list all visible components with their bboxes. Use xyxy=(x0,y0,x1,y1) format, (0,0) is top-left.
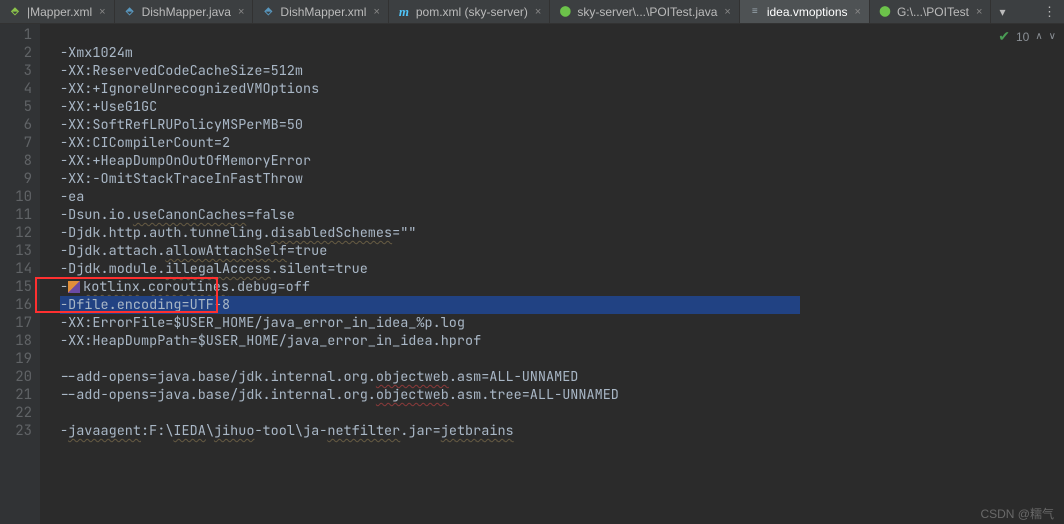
txt-icon: ≡ xyxy=(748,5,762,19)
inspection-status[interactable]: ✔ 10 ∧ ∨ xyxy=(998,28,1056,45)
check-icon: ✔ xyxy=(998,28,1010,45)
code-line: -XX:SoftRefLRUPolicyMSPerMB=50 xyxy=(60,116,1064,134)
tab-3[interactable]: m pom.xml (sky-server) × xyxy=(389,0,550,23)
tab-0[interactable]: ⬘ |Mapper.xml × xyxy=(0,0,115,23)
line-number: 16 xyxy=(0,296,32,314)
tab-label: G:\...\POITest xyxy=(897,5,969,19)
line-number: 23 xyxy=(0,422,32,440)
code-line: -XX:+HeapDumpOnOutOfMemoryError xyxy=(60,152,1064,170)
pom-icon: m xyxy=(397,5,411,19)
line-number: 12 xyxy=(0,224,32,242)
green-icon: ⬤ xyxy=(558,5,572,19)
code-line xyxy=(60,26,1064,44)
code-line: -Djdk.module.illegalAccess.silent=true xyxy=(60,260,1064,278)
tab-1[interactable]: ⬘ DishMapper.java × xyxy=(115,0,254,23)
code-line: -Xmx1024m xyxy=(60,44,1064,62)
code-line: -Djdk.http.auth.tunneling.disabledScheme… xyxy=(60,224,1064,242)
tabs-overflow-chevron[interactable]: ▾ xyxy=(991,0,1013,23)
code-line: -XX:CICompilerCount=2 xyxy=(60,134,1064,152)
more-button[interactable]: ⋮ xyxy=(1035,0,1064,23)
close-icon[interactable]: × xyxy=(99,6,105,18)
tab-label: pom.xml (sky-server) xyxy=(416,5,528,19)
line-number: 14 xyxy=(0,260,32,278)
code-content[interactable]: -Xmx1024m-XX:ReservedCodeCacheSize=512m-… xyxy=(40,24,1064,524)
tab-label: |Mapper.xml xyxy=(27,5,92,19)
editor-tabs: ⬘ |Mapper.xml × ⬘ DishMapper.java × ⬘ DishMappe… xyxy=(0,0,1064,24)
tab-4[interactable]: ⬤ sky-server\...\POITest.java × xyxy=(550,0,739,23)
line-gutter: 1234567891011121314151617181920212223 xyxy=(0,24,40,524)
line-number: 19 xyxy=(0,350,32,368)
tab-label: DishMapper.java xyxy=(142,5,231,19)
line-number: 4 xyxy=(0,80,32,98)
line-number: 17 xyxy=(0,314,32,332)
line-number: 18 xyxy=(0,332,32,350)
tab-2[interactable]: ⬘ DishMapper.xml × xyxy=(253,0,388,23)
tab-label: DishMapper.xml xyxy=(280,5,366,19)
line-number: 2 xyxy=(0,44,32,62)
code-line: -kotlinx.coroutines.debug=off xyxy=(60,278,1064,296)
tab-label: sky-server\...\POITest.java xyxy=(577,5,717,19)
close-icon[interactable]: × xyxy=(535,6,541,18)
line-number: 5 xyxy=(0,98,32,116)
editor-area: 1234567891011121314151617181920212223 -X… xyxy=(0,24,1064,524)
line-number: 10 xyxy=(0,188,32,206)
tab-label: idea.vmoptions xyxy=(767,5,848,19)
code-line: -XX:HeapDumpPath=$USER_HOME/java_error_i… xyxy=(60,332,1064,350)
code-line: -XX:+UseG1GC xyxy=(60,98,1064,116)
xml-icon: ⬘ xyxy=(8,5,22,19)
line-number: 8 xyxy=(0,152,32,170)
code-line: -ea xyxy=(60,188,1064,206)
warning-count: 10 xyxy=(1016,30,1029,44)
code-line: -XX:-OmitStackTraceInFastThrow xyxy=(60,170,1064,188)
code-line: -Dfile.encoding=UTF-8 xyxy=(60,296,1064,314)
chevron-down-icon: ▾ xyxy=(999,5,1005,19)
code-line: -XX:ReservedCodeCacheSize=512m xyxy=(60,62,1064,80)
line-number: 21 xyxy=(0,386,32,404)
line-number: 3 xyxy=(0,62,32,80)
code-line: -Dsun.io.useCanonCaches=false xyxy=(60,206,1064,224)
line-number: 9 xyxy=(0,170,32,188)
code-line: --add-opens=java.base/jdk.internal.org.o… xyxy=(60,368,1064,386)
code-line: -XX:ErrorFile=$USER_HOME/java_error_in_i… xyxy=(60,314,1064,332)
tab-6[interactable]: ⬤ G:\...\POITest × xyxy=(870,0,991,23)
java-icon: ⬘ xyxy=(123,5,137,19)
watermark-text: CSDN @糯气 xyxy=(980,505,1054,522)
green-icon: ⬤ xyxy=(878,5,892,19)
line-number: 1 xyxy=(0,26,32,44)
kotlin-icon xyxy=(68,281,80,293)
close-icon[interactable]: × xyxy=(238,6,244,18)
close-icon[interactable]: × xyxy=(724,6,730,18)
line-number: 7 xyxy=(0,134,32,152)
java-icon: ⬘ xyxy=(261,5,275,19)
code-line: --add-opens=java.base/jdk.internal.org.o… xyxy=(60,386,1064,404)
line-number: 6 xyxy=(0,116,32,134)
line-number: 13 xyxy=(0,242,32,260)
code-line: -javaagent:F:\IEDA\jihuo-tool\ja-netfilt… xyxy=(60,422,1064,440)
code-line: -Djdk.attach.allowAttachSelf=true xyxy=(60,242,1064,260)
line-number: 15 xyxy=(0,278,32,296)
close-icon[interactable]: × xyxy=(976,6,982,18)
code-line xyxy=(60,350,1064,368)
chevron-up-icon: ∧ xyxy=(1035,31,1042,42)
line-number: 11 xyxy=(0,206,32,224)
line-number: 20 xyxy=(0,368,32,386)
tab-5[interactable]: ≡ idea.vmoptions × xyxy=(740,0,870,23)
code-line: -XX:+IgnoreUnrecognizedVMOptions xyxy=(60,80,1064,98)
close-icon[interactable]: × xyxy=(373,6,379,18)
line-number: 22 xyxy=(0,404,32,422)
close-icon[interactable]: × xyxy=(855,6,861,18)
code-line xyxy=(60,404,1064,422)
chevron-down-icon: ∨ xyxy=(1049,31,1056,42)
